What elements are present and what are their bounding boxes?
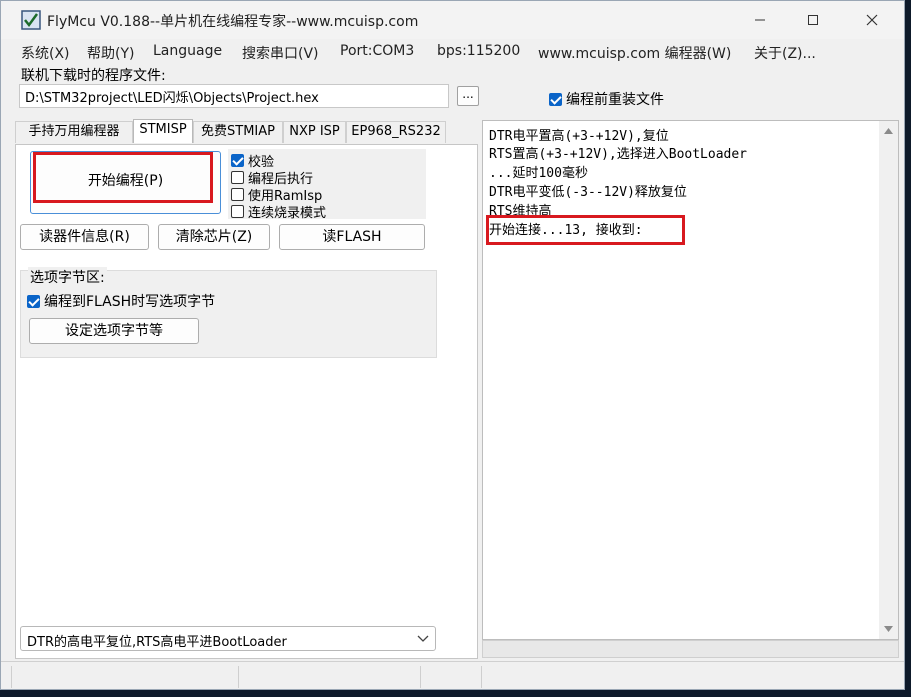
close-icon [866,14,878,26]
menu-search-port[interactable]: 搜索串口(V) [242,43,319,63]
status-divider [481,666,482,688]
menu-help[interactable]: 帮助(Y) [87,43,134,63]
file-path-input[interactable]: D:\STM32project\LED闪烁\Objects\Project.he… [19,84,449,108]
log-vertical-scrollbar[interactable] [879,121,898,639]
option-bytes-group: 选项字节区: 编程到FLASH时写选项字节 设定选项字节等 [20,267,437,358]
reset-mode-value: DTR的高电平复位,RTS高电平进BootLoader [27,635,287,650]
start-program-highlight [33,152,213,203]
program-options: 校验 编程后执行 使用RamIsp 连续烧录模式 [228,149,426,221]
browse-button[interactable]: ... [457,86,479,106]
option-bytes-title: 选项字节区: [28,267,107,287]
scroll-down-icon[interactable] [884,626,893,633]
tab-ep968[interactable]: EP968_RS232 [346,121,446,143]
reset-mode-select[interactable]: DTR的高电平复位,RTS高电平进BootLoader [20,626,436,651]
maximize-icon [808,15,818,25]
file-label: 联机下载时的程序文件: [21,68,166,84]
log-line: ...延时100毫秒 [489,166,588,181]
maximize-button[interactable] [784,1,842,39]
menu-programmer[interactable]: www.mcuisp.com 编程器(W) [538,43,731,63]
log-output[interactable]: DTR电平置高(+3-+12V),复位 RTS置高(+3-+12V),选择进入B… [482,120,899,640]
minimize-icon [755,19,765,21]
tab-stmisp[interactable]: STMISP [133,119,193,143]
write-option-label: 编程到FLASH时写选项字节 [44,294,216,310]
status-divider [420,666,421,688]
reload-file-option[interactable]: 编程前重装文件 [549,89,664,109]
menu-about[interactable]: 关于(Z)... [754,43,816,63]
ramisp-checkbox[interactable] [231,188,244,201]
status-divider [238,666,239,688]
scroll-up-icon[interactable] [884,127,893,134]
chevron-down-icon [417,635,429,642]
set-option-bytes-button[interactable]: 设定选项字节等 [29,318,199,344]
reload-label: 编程前重装文件 [566,92,664,108]
write-option-bytes[interactable]: 编程到FLASH时写选项字节 [27,291,215,311]
run-after-checkbox[interactable] [231,171,244,184]
log-highlight [486,215,685,245]
app-window: FlyMcu V0.188--单片机在线编程专家--www.mcuisp.com… [0,0,905,690]
log-line: RTS置高(+3-+12V),选择进入BootLoader [489,147,748,162]
menu-port[interactable]: Port:COM3 [340,43,414,59]
minimize-button[interactable] [731,1,789,39]
verify-checkbox[interactable] [231,154,244,167]
read-device-info-button[interactable]: 读器件信息(R) [20,224,149,250]
tab-nxp-isp[interactable]: NXP ISP [283,121,346,143]
read-flash-button[interactable]: 读FLASH [279,224,425,250]
continuous-checkbox[interactable] [231,205,244,218]
title-bar: FlyMcu V0.188--单片机在线编程专家--www.mcuisp.com [1,1,904,39]
stmisp-panel: 开始编程(P) 校验 编程后执行 使用RamIsp 连续烧录模式 读器件信息(R… [15,144,478,659]
continuous-label: 连续烧录模式 [248,206,327,221]
menu-bar: 系统(X) 帮助(Y) Language 搜索串口(V) Port:COM3 b… [1,40,904,64]
log-horizontal-scrollbar[interactable] [482,640,899,658]
app-icon [21,10,41,30]
close-button[interactable] [843,1,901,39]
menu-baud[interactable]: bps:115200 [437,43,520,59]
log-line: DTR电平置高(+3-+12V),复位 [489,129,669,144]
option-continuous[interactable]: 连续烧录模式 [231,202,326,221]
tab-stmiap[interactable]: 免费STMIAP [193,121,283,143]
reload-checkbox[interactable] [549,92,562,106]
erase-chip-button[interactable]: 清除芯片(Z) [158,224,270,250]
menu-language[interactable]: Language [153,43,222,59]
tab-handheld[interactable]: 手持万用编程器 [15,121,133,143]
menu-system[interactable]: 系统(X) [21,43,70,63]
status-bar [1,661,904,689]
window-title: FlyMcu V0.188--单片机在线编程专家--www.mcuisp.com [47,14,419,30]
status-divider [11,666,12,688]
write-option-checkbox[interactable] [27,294,40,308]
log-line: DTR电平变低(-3--12V)释放复位 [489,185,687,200]
